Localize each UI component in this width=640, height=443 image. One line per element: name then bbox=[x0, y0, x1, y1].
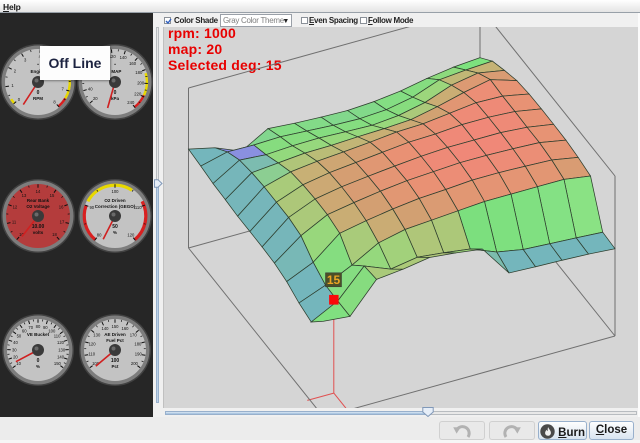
svg-text:20: 20 bbox=[93, 96, 98, 101]
svg-text:200: 200 bbox=[131, 361, 139, 366]
svg-text:150: 150 bbox=[112, 324, 120, 329]
svg-text:18: 18 bbox=[52, 232, 57, 237]
svg-text:110: 110 bbox=[54, 334, 61, 339]
svg-text:140: 140 bbox=[120, 55, 128, 60]
svg-text:80: 80 bbox=[97, 233, 102, 238]
svg-text:Correction (GEGO): Correction (GEGO) bbox=[95, 204, 136, 209]
svg-text:190: 190 bbox=[135, 352, 143, 357]
svg-text:160: 160 bbox=[122, 326, 130, 331]
svg-text:Pct: Pct bbox=[111, 364, 119, 369]
svg-text:12: 12 bbox=[13, 205, 18, 210]
svg-text:180: 180 bbox=[135, 70, 143, 75]
svg-text:120: 120 bbox=[57, 340, 65, 345]
svg-text:150: 150 bbox=[54, 361, 62, 366]
svg-text:140: 140 bbox=[102, 326, 110, 331]
svg-text:15: 15 bbox=[50, 193, 55, 198]
svg-text:15: 15 bbox=[327, 273, 341, 287]
svg-text:17: 17 bbox=[60, 219, 65, 224]
svg-text:Fuel Pct: Fuel Pct bbox=[106, 338, 124, 343]
svg-text:70: 70 bbox=[28, 325, 33, 330]
svg-text:20: 20 bbox=[13, 355, 18, 360]
svg-text:RPM: RPM bbox=[33, 96, 43, 101]
svg-text:16: 16 bbox=[59, 205, 64, 210]
svg-text:80: 80 bbox=[36, 324, 41, 329]
svg-text:AE Driven: AE Driven bbox=[104, 332, 126, 337]
svg-text:240: 240 bbox=[127, 100, 135, 105]
svg-text:Rear Bank: Rear Bank bbox=[27, 198, 50, 203]
svg-text:200: 200 bbox=[137, 81, 145, 86]
svg-text:130: 130 bbox=[93, 332, 101, 337]
svg-text:O2 Voltage: O2 Voltage bbox=[26, 204, 50, 209]
svg-text:40: 40 bbox=[88, 86, 93, 91]
svg-text:220: 220 bbox=[134, 91, 142, 96]
svg-text:• MAP: • MAP bbox=[109, 69, 122, 74]
svg-text:120: 120 bbox=[89, 342, 97, 347]
svg-text:100: 100 bbox=[112, 189, 120, 194]
svg-text:volts: volts bbox=[33, 230, 44, 235]
svg-text:VE Bucket: VE Bucket bbox=[27, 332, 50, 337]
svg-text:11: 11 bbox=[12, 219, 17, 224]
svg-text:160: 160 bbox=[129, 61, 137, 66]
svg-text:170: 170 bbox=[130, 332, 138, 337]
svg-text:130: 130 bbox=[58, 347, 66, 352]
svg-text:kPa: kPa bbox=[111, 96, 120, 101]
svg-text:%: % bbox=[113, 230, 117, 235]
svg-text:110: 110 bbox=[135, 205, 142, 210]
svg-text:40: 40 bbox=[13, 340, 18, 345]
svg-text:O2 Driven: O2 Driven bbox=[104, 198, 126, 203]
svg-text:50: 50 bbox=[17, 334, 22, 339]
svg-text:14: 14 bbox=[36, 189, 41, 194]
svg-text:140: 140 bbox=[57, 355, 65, 360]
svg-text:30: 30 bbox=[12, 347, 17, 352]
svg-text:120: 120 bbox=[127, 233, 135, 238]
svg-text:%: % bbox=[36, 364, 40, 369]
svg-text:180: 180 bbox=[134, 342, 142, 347]
svg-text:110: 110 bbox=[88, 352, 95, 357]
